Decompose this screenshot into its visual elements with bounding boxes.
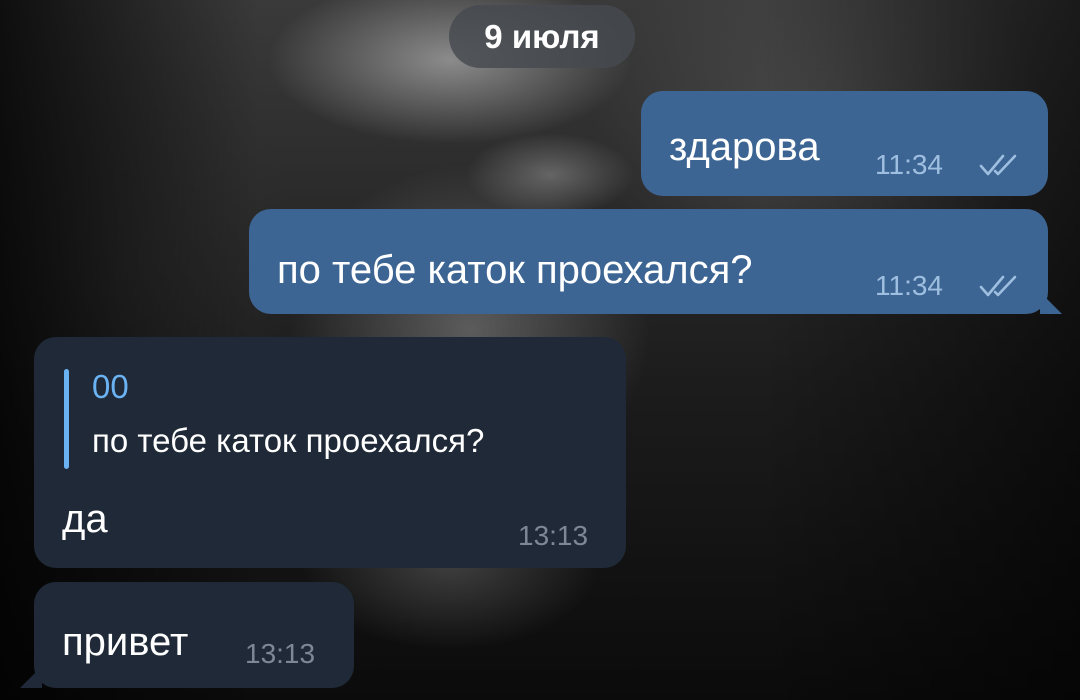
- message-time: 13:13: [518, 520, 589, 551]
- incoming-message[interactable]: привет 13:13: [20, 582, 354, 688]
- message-time: 13:13: [245, 638, 316, 669]
- chat-screen: 9 июля здарова 11:34 по тебе каток проех…: [0, 0, 1080, 700]
- reply-sender-name[interactable]: 00: [92, 368, 129, 406]
- message-text: привет: [62, 620, 189, 664]
- date-separator: 9 июля: [449, 5, 635, 68]
- message-text: здарова: [669, 125, 820, 169]
- read-double-check-icon: [979, 154, 1017, 176]
- outgoing-message[interactable]: по тебе каток проехался? 11:34: [249, 209, 1062, 314]
- incoming-message[interactable]: 00 по тебе каток проехался? да 13:13: [34, 337, 626, 568]
- read-double-check-icon: [979, 275, 1017, 297]
- message-text: да: [62, 497, 108, 541]
- reply-quoted-text[interactable]: по тебе каток проехался?: [92, 422, 484, 460]
- date-label: 9 июля: [484, 17, 600, 55]
- outgoing-message[interactable]: здарова 11:34: [641, 91, 1048, 196]
- reply-accent-bar: [64, 369, 69, 469]
- message-text: по тебе каток проехался?: [277, 248, 753, 292]
- message-time: 11:34: [875, 270, 943, 301]
- message-time: 11:34: [875, 149, 943, 180]
